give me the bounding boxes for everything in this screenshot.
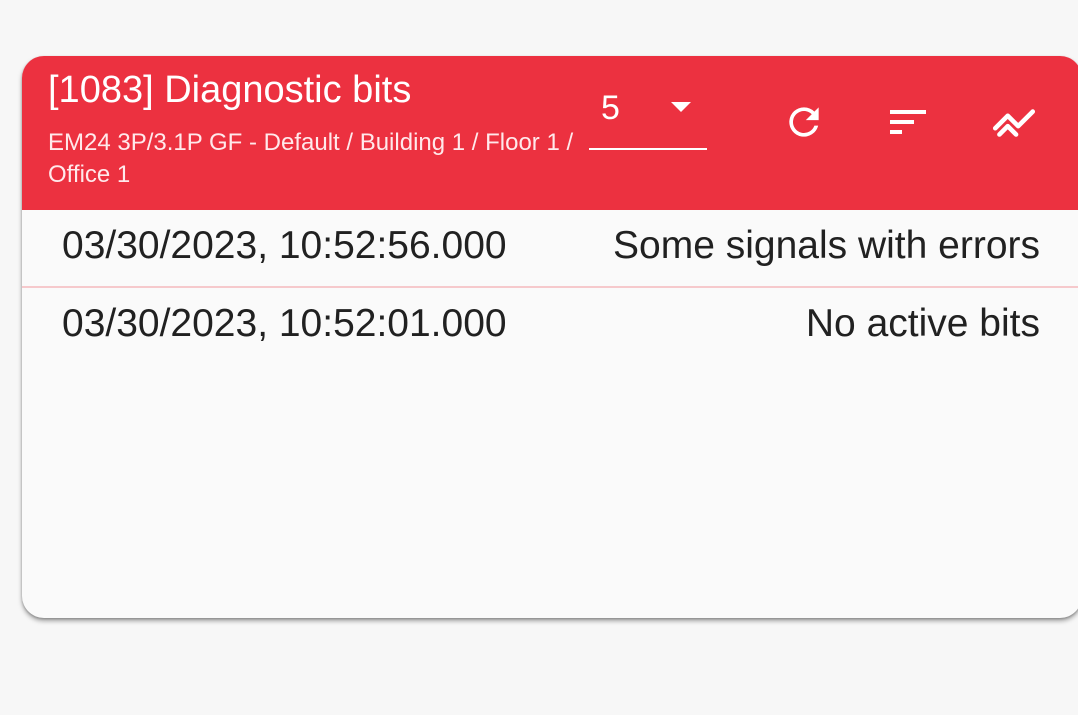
table-row: 03/30/2023, 10:52:56.000 Some signals wi… (22, 210, 1078, 288)
trend-button[interactable] (984, 92, 1044, 152)
caret-down-icon (671, 102, 691, 112)
refresh-button[interactable] (774, 92, 834, 152)
row-value: Some signals with errors (613, 224, 1040, 267)
widget-subtitle: EM24 3P/3.1P GF - Default / Building 1 /… (48, 129, 574, 188)
sort-button[interactable] (878, 92, 938, 152)
rows-count-select[interactable]: 5 (589, 86, 707, 150)
diagnostic-bits-widget: [1083] Diagnostic bits EM24 3P/3.1P GF -… (22, 56, 1078, 618)
widget-title: [1083] Diagnostic bits (48, 69, 412, 111)
trend-icon (992, 109, 1036, 137)
table-row: 03/30/2023, 10:52:01.000 No active bits (22, 288, 1078, 364)
row-timestamp: 03/30/2023, 10:52:01.000 (62, 302, 507, 345)
rows-count-value: 5 (601, 89, 620, 127)
row-timestamp: 03/30/2023, 10:52:56.000 (62, 224, 507, 267)
widget-header: [1083] Diagnostic bits EM24 3P/3.1P GF -… (22, 56, 1078, 210)
row-value: No active bits (805, 302, 1040, 345)
refresh-icon (789, 107, 819, 137)
sort-icon (890, 110, 926, 134)
select-underline (589, 148, 707, 150)
